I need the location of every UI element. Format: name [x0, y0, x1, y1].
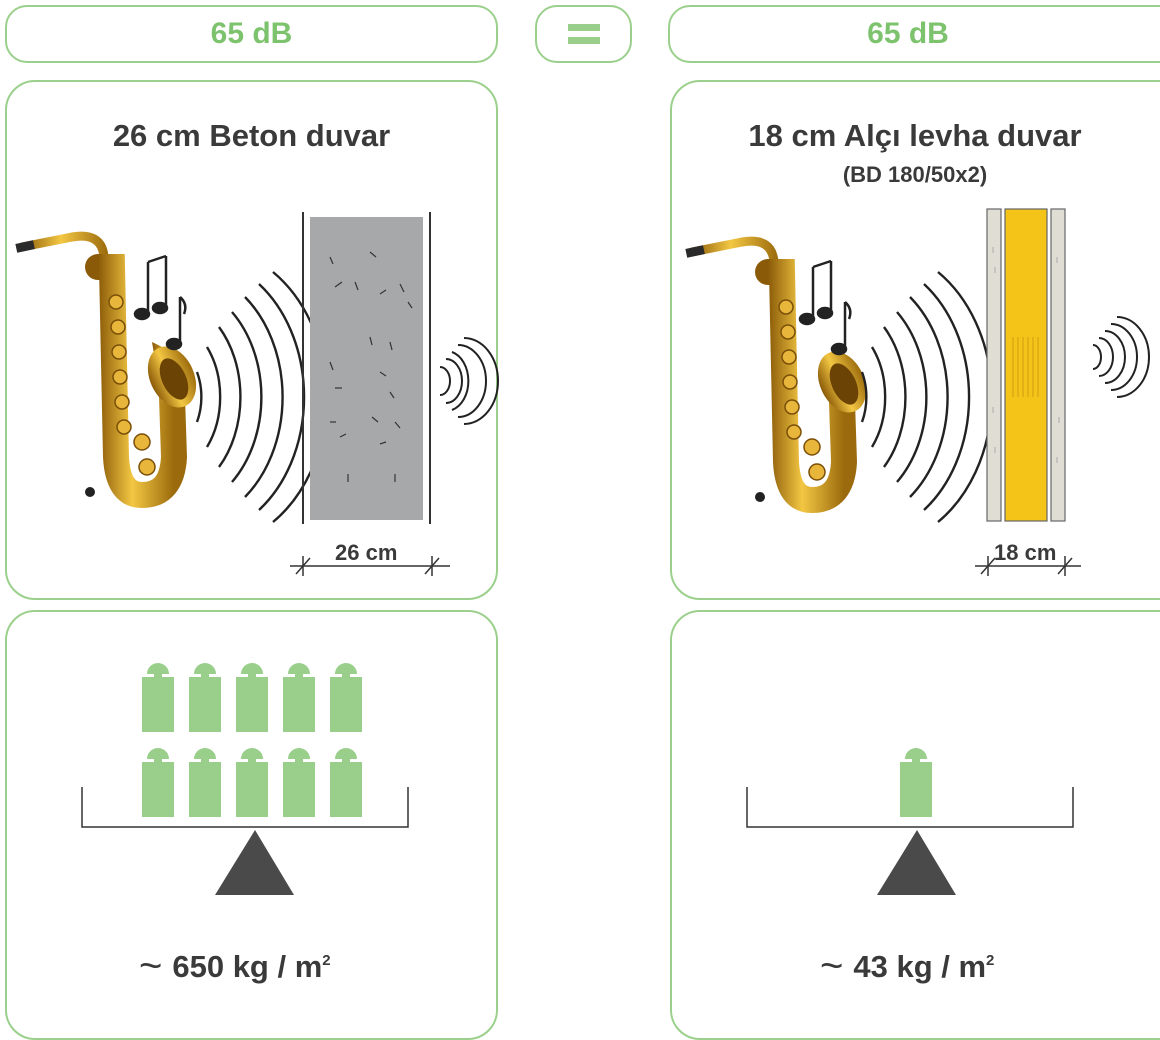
right-weight-text: ~43 kg / m2 [820, 942, 995, 988]
concrete-wall [302, 212, 431, 524]
approx-icon: ~ [139, 944, 163, 988]
weight-icon [330, 663, 362, 732]
right-dimension-label: 18 cm [994, 540, 1057, 565]
weight-icon [900, 748, 932, 817]
right-wall-title: 18 cm Alçı levha duvar [748, 118, 1082, 153]
right-weight-panel: ~43 kg / m2 [670, 610, 1160, 1040]
weight-icon [330, 748, 362, 817]
left-weight-sup: 2 [322, 952, 331, 969]
left-dimension-label: 26 cm [335, 540, 398, 565]
sound-wave-icon [195, 271, 328, 523]
left-weight-panel: ~650 kg / m2 [5, 610, 498, 1040]
balance-scale-icon [746, 748, 1074, 895]
left-db-pill: 65 dB [5, 5, 498, 63]
right-db-pill: 65 dB [668, 5, 1160, 63]
weight-icon [236, 663, 268, 732]
equals-pill: = [535, 5, 632, 63]
sound-wave-icon [860, 271, 993, 523]
left-wall-title: 26 cm Beton duvar [112, 118, 391, 153]
weight-icon [189, 748, 221, 817]
right-wall-subtitle: (BD 180/50x2) [842, 162, 988, 187]
left-db-label: 65 dB [210, 17, 293, 50]
right-db-label: 65 dB [867, 17, 949, 50]
weight-icon [283, 663, 315, 732]
right-weight-sup: 2 [986, 952, 995, 969]
drywall [986, 208, 1066, 522]
balance-scale-icon [81, 663, 409, 895]
weight-icon [189, 663, 221, 732]
right-weight-value: 43 kg / m [853, 949, 987, 984]
equals-icon [567, 24, 600, 44]
left-wall-panel: 26 cm Beton duvar 26 cm [5, 80, 499, 600]
right-wall-panel: 18 cm Alçı levha duvar (BD 180/50x2) 18 … [670, 80, 1160, 600]
transmitted-wave-icon [1092, 316, 1150, 398]
transmitted-wave-icon [439, 337, 499, 425]
left-weight-value: 650 kg / m [172, 949, 323, 984]
approx-icon: ~ [820, 944, 844, 988]
weight-icon [142, 748, 174, 817]
weight-icon [283, 748, 315, 817]
left-weight-text: ~650 kg / m2 [139, 942, 331, 988]
weight-icon [142, 663, 174, 732]
weight-icon [236, 748, 268, 817]
